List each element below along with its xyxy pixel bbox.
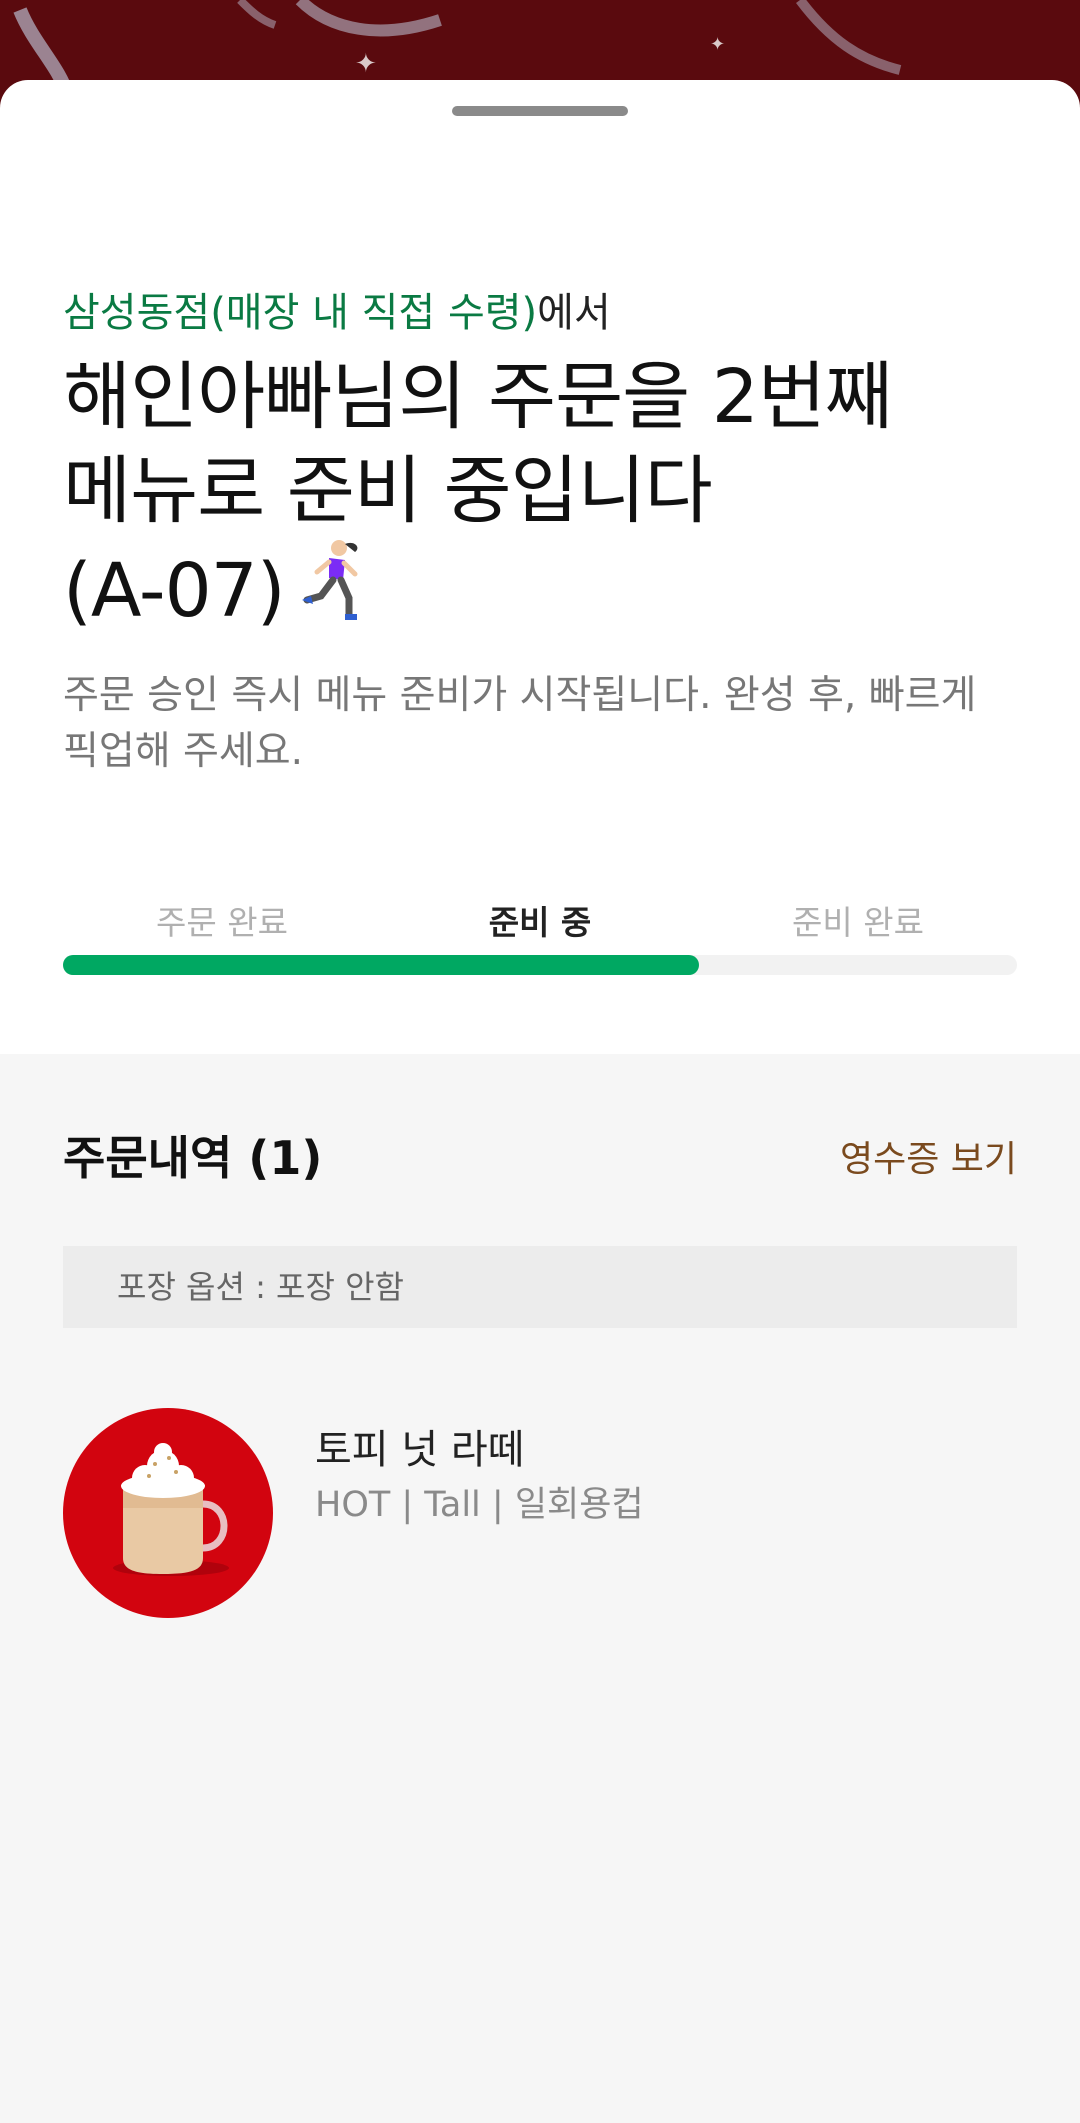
order-description: 주문 승인 즉시 메뉴 준비가 시작됩니다. 완성 후, 빠르게 픽업해 주세요… xyxy=(63,673,977,774)
order-headline: 해인아빠님의 주문을 2번째 메뉴로 준비 중입니다 (A-07) xyxy=(63,350,1023,638)
order-progress-fill xyxy=(63,955,700,975)
headline-line-3: (A-07) xyxy=(63,538,1023,638)
running-woman-icon xyxy=(301,540,358,620)
step-preparing: 준비 중 xyxy=(488,903,592,942)
order-history-section: 주문내역 (1) 영수증 보기 포장 옵션 : 포장 안함 토피 넛 라떼 HO… xyxy=(0,1054,1080,2123)
store-suffix: 에서 xyxy=(537,290,611,336)
packaging-option-box: 포장 옵션 : 포장 안함 xyxy=(63,1246,1017,1328)
item-options: HOT | Tall | 일회용컵 xyxy=(315,1485,644,1525)
packaging-option-text: 포장 옵션 : 포장 안함 xyxy=(117,1268,404,1306)
svg-text:✦: ✦ xyxy=(355,49,377,79)
toffee-nut-latte-image xyxy=(113,1443,229,1576)
sheet-drag-handle[interactable] xyxy=(452,106,628,116)
order-history-title: 주문내역 (1) xyxy=(63,1131,323,1185)
order-item[interactable]: 토피 넛 라떼 HOT | Tall | 일회용컵 xyxy=(63,1408,1017,1618)
headline-line-1: 해인아빠님의 주문을 2번째 xyxy=(63,354,893,440)
order-status-sheet: 삼성동점(매장 내 직접 수령)에서 해인아빠님의 주문을 2번째 메뉴로 준비… xyxy=(0,80,1080,2123)
store-name: 삼성동점(매장 내 직접 수령) xyxy=(63,290,538,336)
order-progress-bar xyxy=(63,955,1017,975)
order-steps: 주문 완료 준비 중 준비 완료 xyxy=(63,898,1017,948)
view-receipt-link[interactable]: 영수증 보기 xyxy=(840,1134,1017,1186)
store-line: 삼성동점(매장 내 직접 수령)에서 xyxy=(63,285,611,341)
order-code: (A-07) xyxy=(63,548,286,634)
step-ready: 준비 완료 xyxy=(792,903,924,942)
step-order-complete: 주문 완료 xyxy=(156,903,288,942)
latte-mug-icon xyxy=(63,1408,273,1618)
item-name: 토피 넛 라떼 xyxy=(315,1427,525,1473)
svg-text:✦: ✦ xyxy=(710,34,725,55)
headline-line-2: 메뉴로 준비 중입니다 xyxy=(63,448,713,534)
